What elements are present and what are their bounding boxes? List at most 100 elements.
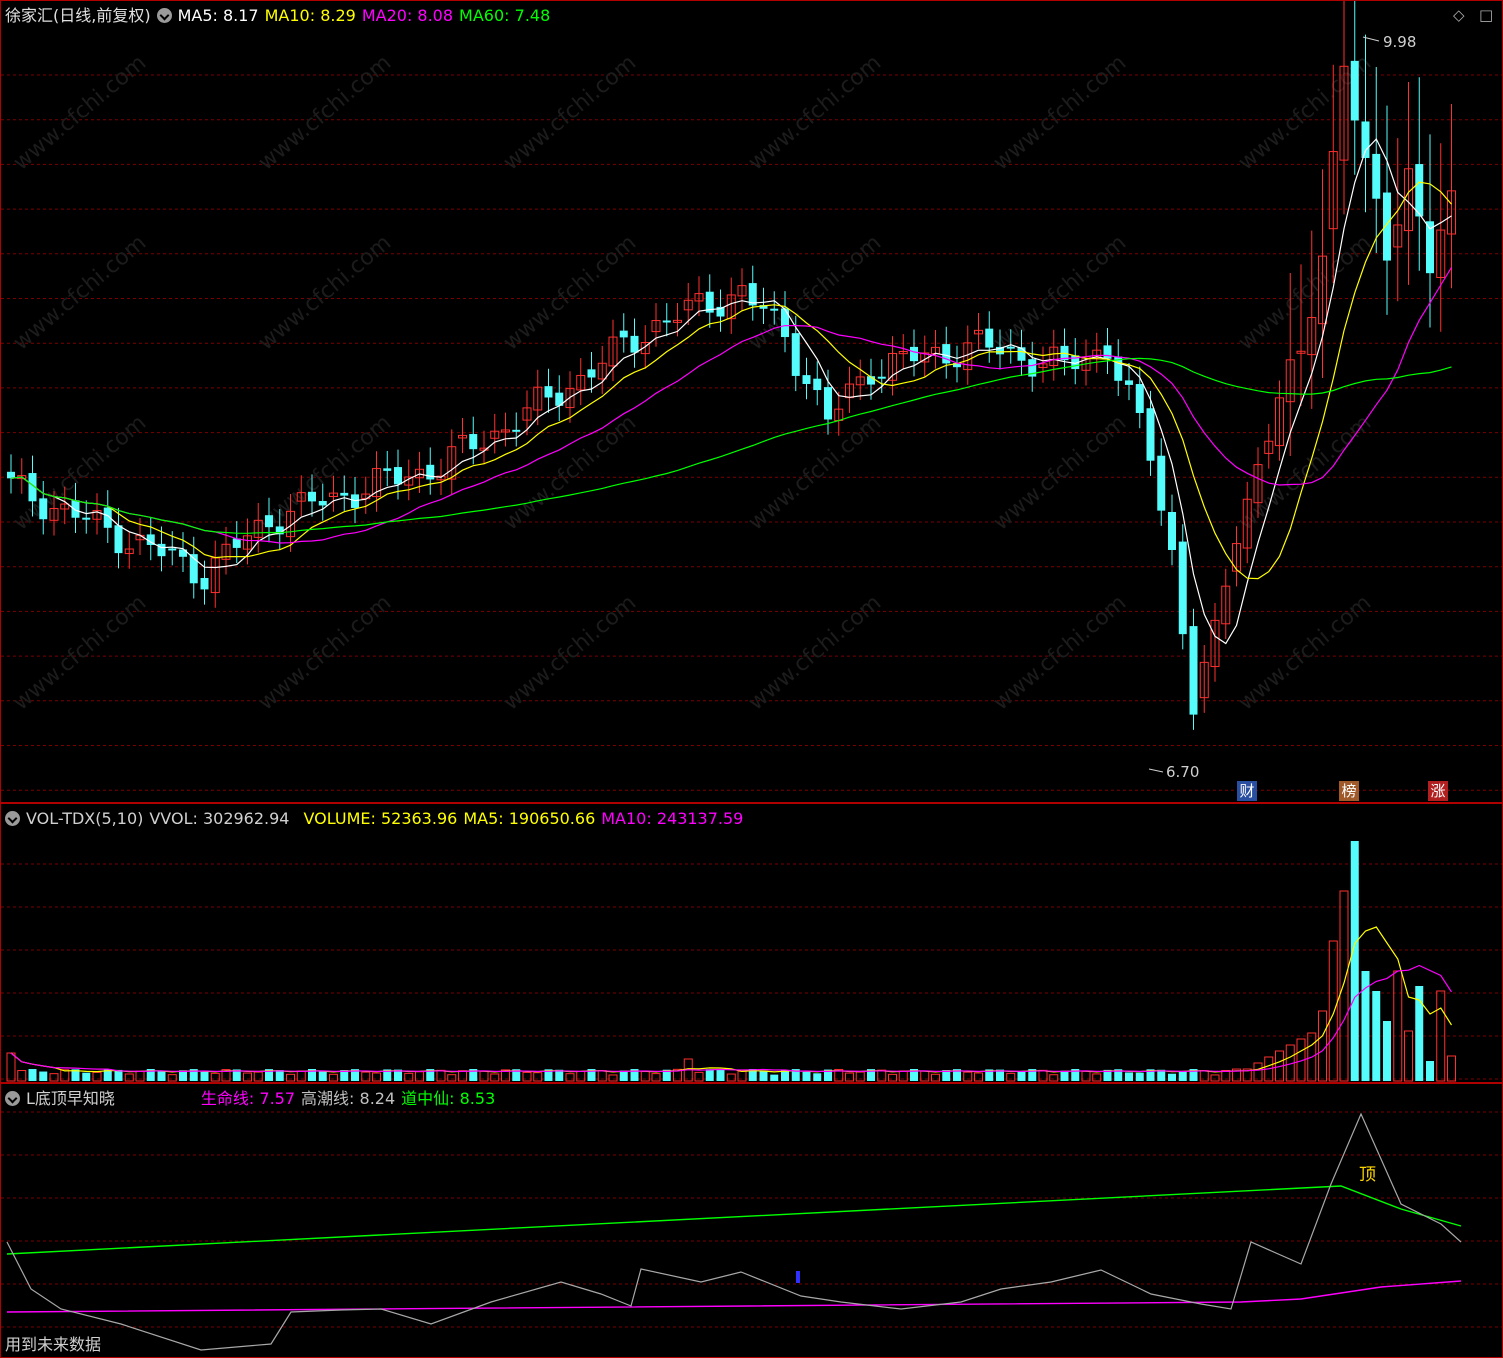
watermark-text: www.cfchi.com: [744, 50, 886, 175]
middle-line-value: 道中仙: 8.53: [401, 1089, 496, 1108]
candle-down: [813, 378, 822, 391]
volume-bar-up: [210, 1072, 220, 1082]
price-chart-pane[interactable]: www.cfchi.com www.cfchi.com www.cfchi.com w…: [0, 0, 1503, 803]
stock-title: 徐家汇(日线,前复权): [5, 6, 151, 25]
chevron-down-icon[interactable]: [5, 811, 20, 826]
volume-bar-down: [759, 1070, 768, 1081]
candle-down: [619, 330, 628, 338]
volume-bar-down: [318, 1071, 327, 1081]
candle-down: [1125, 380, 1133, 385]
volume-bar-down: [770, 1074, 779, 1081]
candle-down: [630, 335, 639, 353]
volume-bar-up: [651, 1073, 661, 1082]
candle-down: [1189, 626, 1198, 715]
volume-bar-down: [802, 1071, 811, 1081]
volume-chart-pane[interactable]: VOL-TDX(5,10) VVOL: 302962.94 VOLUME: 5236…: [0, 803, 1503, 1083]
diamond-icon[interactable]: ◇: [1453, 6, 1465, 24]
candle-down: [877, 376, 886, 379]
volume-bar-up: [533, 1072, 543, 1082]
volume-bar-up: [329, 1073, 338, 1082]
candle-down: [39, 498, 48, 520]
candle-down: [1017, 347, 1026, 361]
volume-indicator-name: VOL-TDX(5,10): [26, 809, 144, 828]
volume-bar-up: [640, 1071, 650, 1082]
volume-bar-up: [1393, 970, 1403, 1082]
volume-bar-down: [114, 1069, 123, 1081]
square-icon[interactable]: □: [1479, 6, 1493, 24]
volume-bar-up: [565, 1073, 575, 1082]
volume-bar-up: [6, 1052, 16, 1082]
low-pointer: [1148, 768, 1164, 773]
middle-line: [6, 1185, 1462, 1255]
volume-bar-down: [1135, 1072, 1144, 1081]
candle-down: [1361, 121, 1370, 158]
candle-down: [232, 538, 241, 548]
volume-bar-up: [447, 1074, 457, 1082]
watermark-text: www.cfchi.com: [989, 590, 1131, 715]
volume-bar-down: [157, 1070, 166, 1081]
candle-down: [71, 500, 80, 518]
volume-bar-up: [855, 1071, 865, 1082]
candle-down: [791, 333, 800, 376]
volume-bar-down: [619, 1070, 628, 1081]
chevron-down-icon[interactable]: [5, 1091, 20, 1106]
life-line: [6, 1280, 1462, 1313]
candle-down: [168, 548, 177, 551]
volume-ma5-value: MA5: 190650.66: [463, 809, 596, 828]
candle-down: [318, 500, 327, 506]
finance-tag[interactable]: 财: [1237, 781, 1257, 801]
volume-bar-up: [490, 1073, 500, 1082]
ma5-value: MA5: 8.17: [177, 6, 259, 25]
candle-down: [1178, 541, 1187, 635]
limit-up-tag[interactable]: 涨: [1428, 781, 1448, 801]
volume-bar-up: [135, 1070, 145, 1082]
future-data-warning: 用到未来数据: [5, 1335, 102, 1354]
volume-bar-up: [845, 1072, 854, 1082]
volume-bar-down: [716, 1069, 725, 1081]
candle-down: [1157, 455, 1166, 511]
volume-chart-canvas[interactable]: [1, 804, 1503, 1083]
candle-down: [394, 467, 402, 485]
volume-bar-up: [253, 1071, 263, 1082]
indicator-chart-pane[interactable]: L底顶早知晓 生命线: 7.57 高潮线: 8.24 道中仙: 8.53 顶 用到未来…: [0, 1083, 1503, 1358]
candle-down: [587, 369, 596, 378]
volume-bar-up: [888, 1073, 897, 1082]
bottom-signal-bar: [796, 1271, 800, 1283]
volume-pane-header: VOL-TDX(5,10) VVOL: 302962.94 VOLUME: 5236…: [5, 808, 749, 830]
ma60-value: MA60: 7.48: [459, 6, 551, 25]
volume-ma10-value: MA10: 243137.59: [601, 809, 744, 828]
volume-bar-up: [694, 1071, 704, 1082]
volume-bar-down: [1060, 1070, 1069, 1081]
ranking-tag[interactable]: 榜: [1339, 781, 1359, 801]
watermark-text: www.cfchi.com: [989, 410, 1131, 535]
candle-down: [82, 517, 91, 520]
volume-bar-down: [1350, 841, 1359, 1081]
low-price-label: 6.70: [1166, 763, 1200, 781]
price-chart-canvas[interactable]: www.cfchi.com www.cfchi.com www.cfchi.com w…: [1, 1, 1503, 803]
volume-bar-up: [243, 1072, 252, 1082]
candle-down: [383, 468, 392, 471]
volume-bar-down: [1372, 991, 1381, 1081]
candle-down: [1168, 512, 1176, 550]
watermark-text: www.cfchi.com: [9, 50, 151, 175]
candle-down: [802, 375, 811, 384]
tide-line: [6, 1112, 1462, 1351]
candle-down: [512, 429, 521, 432]
indicator-chart-canvas[interactable]: [1, 1084, 1503, 1358]
volume-bar-down: [1168, 1073, 1176, 1081]
watermark-text: www.cfchi.com: [1234, 410, 1376, 535]
chevron-down-icon[interactable]: [156, 8, 172, 23]
candle-down: [1146, 408, 1155, 461]
volume-bar-up: [931, 1073, 940, 1082]
watermark-text: www.cfchi.com: [744, 590, 886, 715]
candle-down: [910, 346, 918, 362]
watermark-text: www.cfchi.com: [9, 230, 151, 355]
life-line-value: 生命线: 7.57: [200, 1089, 296, 1108]
volume-bar-up: [1049, 1074, 1059, 1082]
watermark-text: www.cfchi.com: [989, 50, 1131, 175]
volume-bar-up: [963, 1071, 973, 1082]
volume-bar-up: [404, 1072, 414, 1082]
volume-bar-down: [200, 1071, 209, 1081]
candle-down: [200, 578, 209, 590]
volume-bar-up: [726, 1073, 736, 1082]
